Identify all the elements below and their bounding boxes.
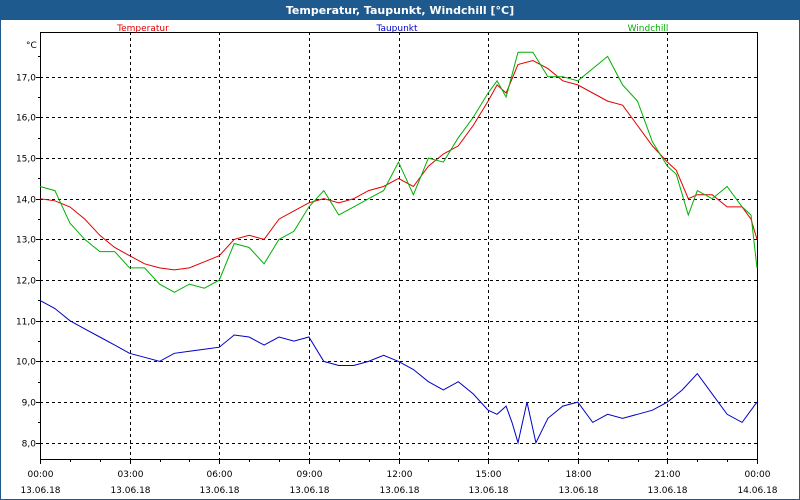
x-tick-date-label: 13.06.18 [199,486,239,496]
x-tick-time-label: 15:00 [476,470,502,480]
x-tick-time-label: 06:00 [207,470,233,480]
chart-canvas: 8,0 9,0 10,0 11,0 12,0 13,0 14,0 15,0 16,0 17,0 0… [16,24,778,496]
legend-item-windchill: Windchill [628,24,669,34]
x-tick-time-label: 00:00 [28,470,54,480]
x-tick-time-label: 03:00 [118,470,144,480]
y-tick-label: 16,0 [16,114,36,124]
grid-lines [40,32,757,459]
y-axis-ticks: 8,0 9,0 10,0 11,0 12,0 13,0 14,0 15,0 16,0 17,0 [16,56,40,450]
y-tick-label: 8,0 [22,440,37,450]
series-line-taupunkt [39,299,758,445]
legend-item-temperatur: Temperatur [116,24,169,34]
x-tick-time-label: 12:00 [387,470,413,480]
x-tick-date-label: 13.06.18 [379,486,419,496]
x-tick-date-label: 14.06.18 [737,486,777,496]
y-tick-label: 13,0 [16,236,36,246]
y-axis-unit-label: °C [26,41,37,51]
y-tick-label: 9,0 [22,399,37,409]
x-tick-date-label: 13.06.18 [558,486,598,496]
x-tick-date-label: 13.06.18 [110,486,150,496]
y-tick-label: 17,0 [16,74,36,84]
x-tick-date-label: 13.06.18 [20,486,60,496]
y-tick-label: 12,0 [16,277,36,287]
x-tick-date-label: 13.06.18 [468,486,508,496]
x-tick-time-label: 18:00 [566,470,592,480]
series-line-temperatur [39,59,758,271]
x-tick-time-label: 21:00 [655,470,681,480]
series-line-windchill [39,51,758,293]
x-axis-ticks: 00:00 13.06.18 03:00 13.06.18 06:00 13.06.18 0… [20,459,778,496]
x-tick-time-label: 00:00 [745,470,771,480]
plot-area [40,32,758,460]
x-tick-time-label: 09:00 [297,470,323,480]
y-tick-label: 14,0 [16,196,36,206]
y-tick-label: 11,0 [16,318,36,328]
x-tick-date-label: 13.06.18 [289,486,329,496]
y-tick-label: 10,0 [16,358,36,368]
series-group [39,51,758,445]
x-tick-date-label: 13.06.18 [647,486,687,496]
legend-item-taupunkt: Taupunkt [375,24,418,34]
y-tick-label: 15,0 [16,155,36,165]
